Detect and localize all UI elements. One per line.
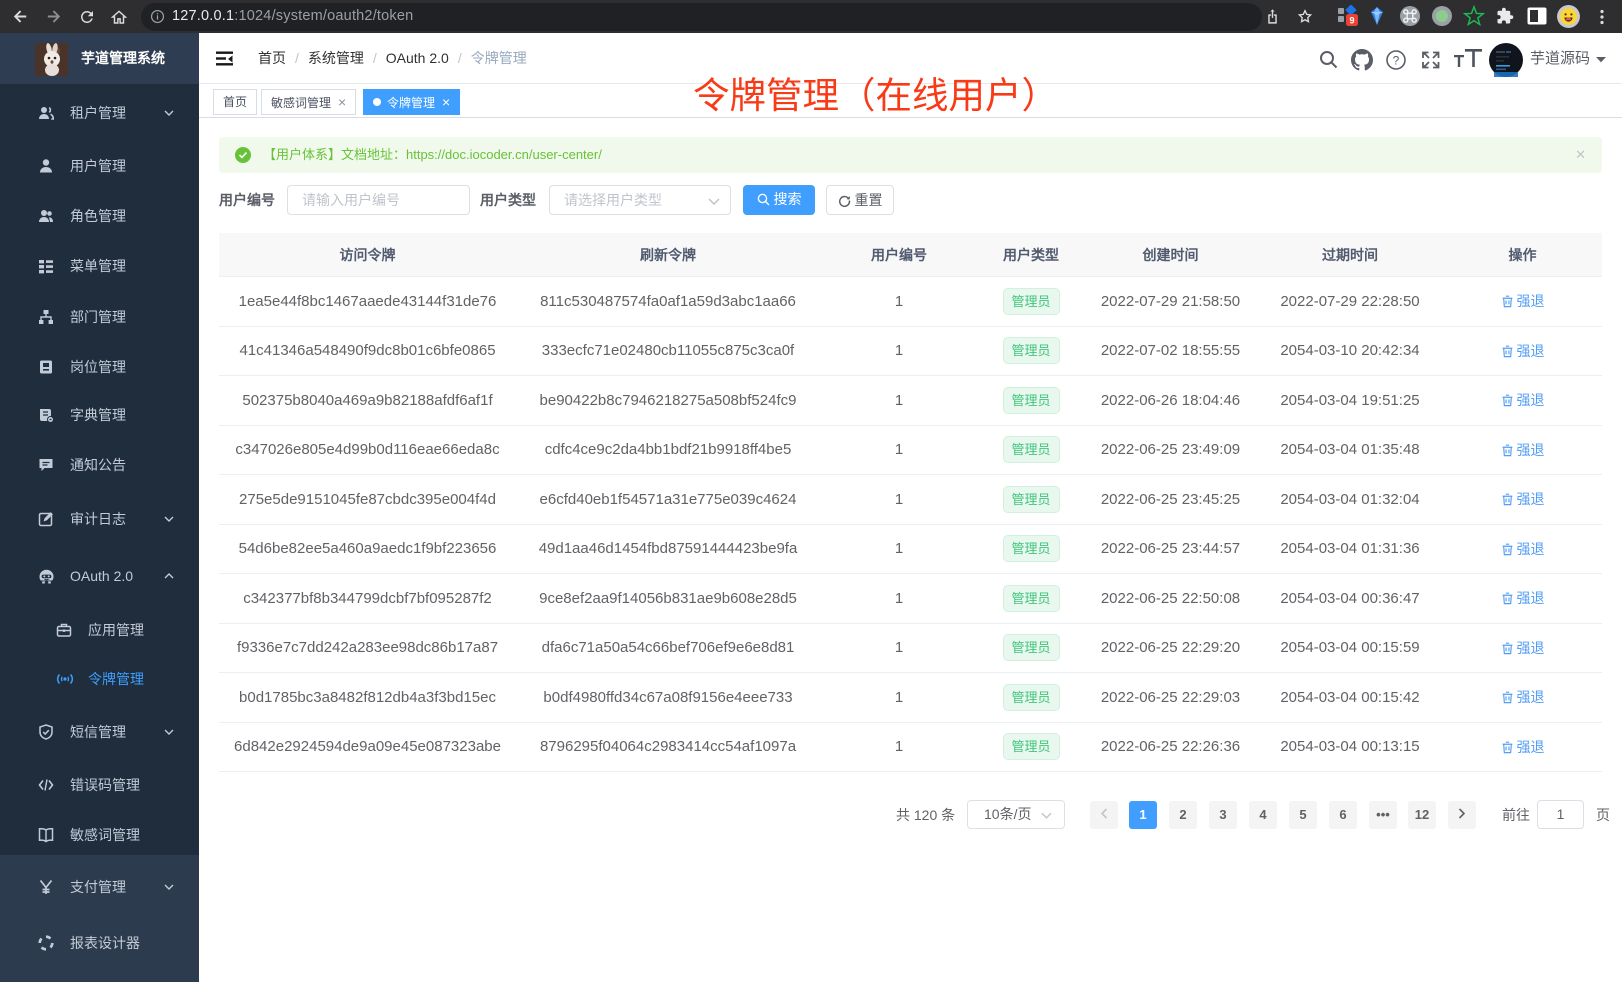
svg-text:?: ? bbox=[1393, 54, 1400, 68]
svg-text:9: 9 bbox=[1349, 16, 1354, 26]
